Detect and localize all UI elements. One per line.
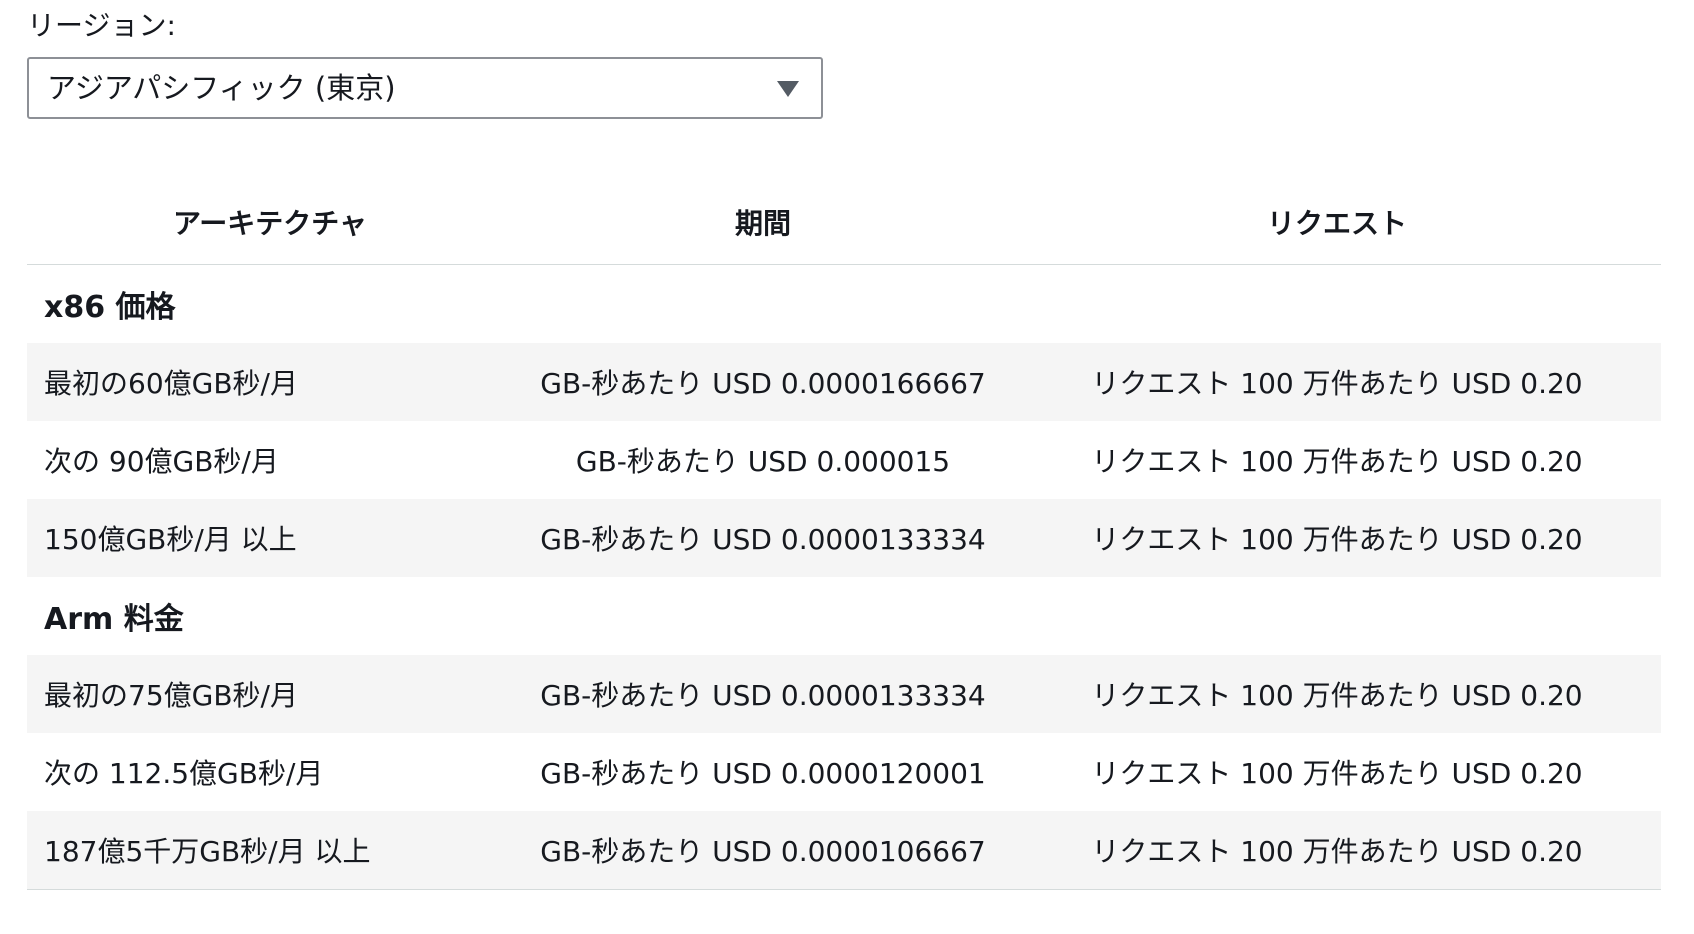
duration-price-cell: GB-秒あたり USD 0.000015 xyxy=(575,445,951,478)
duration-price-cell: GB-秒あたり USD 0.0000120001 xyxy=(540,757,986,790)
tier-cell: 最初の60億GB秒/月 xyxy=(27,343,513,421)
tier-cell: 次の 90億GB秒/月 xyxy=(44,445,279,478)
tier-cell: 最初の75億GB秒/月 xyxy=(27,655,513,733)
section-title-x86: x86 価格 xyxy=(44,290,176,325)
table-row: 最初の60億GB秒/月 GB-秒あたり USD 0.0000166667 リクエ… xyxy=(27,343,1661,421)
request-price-cell: リクエスト 100 万件あたり USD 0.20 xyxy=(1013,343,1661,421)
table-header-row: アーキテクチャ 期間 リクエスト xyxy=(27,183,1661,265)
section-title-arm: Arm 料金 xyxy=(44,602,184,637)
request-price-cell: リクエスト 100 万件あたり USD 0.20 xyxy=(1013,811,1661,890)
duration-price-cell: GB-秒あたり USD 0.0000166667 xyxy=(513,343,1013,421)
tier-cell: 次の 112.5億GB秒/月 xyxy=(44,757,324,790)
table-row: 次の 90億GB秒/月 GB-秒あたり USD 0.000015 リクエスト 1… xyxy=(27,421,1661,499)
header-architecture: アーキテクチャ xyxy=(27,183,513,265)
header-request: リクエスト xyxy=(1013,183,1661,265)
table-row: 187億5千万GB秒/月 以上 GB-秒あたり USD 0.0000106667… xyxy=(27,811,1661,890)
tier-cell: 187億5千万GB秒/月 以上 xyxy=(27,811,513,890)
tier-cell: 150億GB秒/月 以上 xyxy=(27,499,513,577)
duration-price-cell: GB-秒あたり USD 0.0000133334 xyxy=(513,499,1013,577)
duration-price-cell: GB-秒あたり USD 0.0000106667 xyxy=(513,811,1013,890)
header-duration: 期間 xyxy=(513,183,1013,265)
request-price-cell: リクエスト 100 万件あたり USD 0.20 xyxy=(1091,445,1583,478)
request-price-cell: リクエスト 100 万件あたり USD 0.20 xyxy=(1013,655,1661,733)
region-select[interactable]: アジアパシフィック (東京) xyxy=(27,57,823,119)
pricing-table: アーキテクチャ 期間 リクエスト x86 価格 最初の60億GB秒/月 GB-秒… xyxy=(27,183,1661,890)
duration-price-cell: GB-秒あたり USD 0.0000133334 xyxy=(513,655,1013,733)
request-price-cell: リクエスト 100 万件あたり USD 0.20 xyxy=(1013,499,1661,577)
table-row: 最初の75億GB秒/月 GB-秒あたり USD 0.0000133334 リクエ… xyxy=(27,655,1661,733)
triangle-down-icon[interactable] xyxy=(777,81,799,97)
table-row: 次の 112.5億GB秒/月 GB-秒あたり USD 0.0000120001 … xyxy=(27,733,1661,811)
table-row: 150億GB秒/月 以上 GB-秒あたり USD 0.0000133334 リク… xyxy=(27,499,1661,577)
section-row-x86: x86 価格 xyxy=(27,265,1661,344)
region-select-value: アジアパシフィック (東京) xyxy=(47,71,396,105)
section-row-arm: Arm 料金 xyxy=(27,577,1661,655)
request-price-cell: リクエスト 100 万件あたり USD 0.20 xyxy=(1091,757,1583,790)
region-label: リージョン: xyxy=(27,9,176,42)
